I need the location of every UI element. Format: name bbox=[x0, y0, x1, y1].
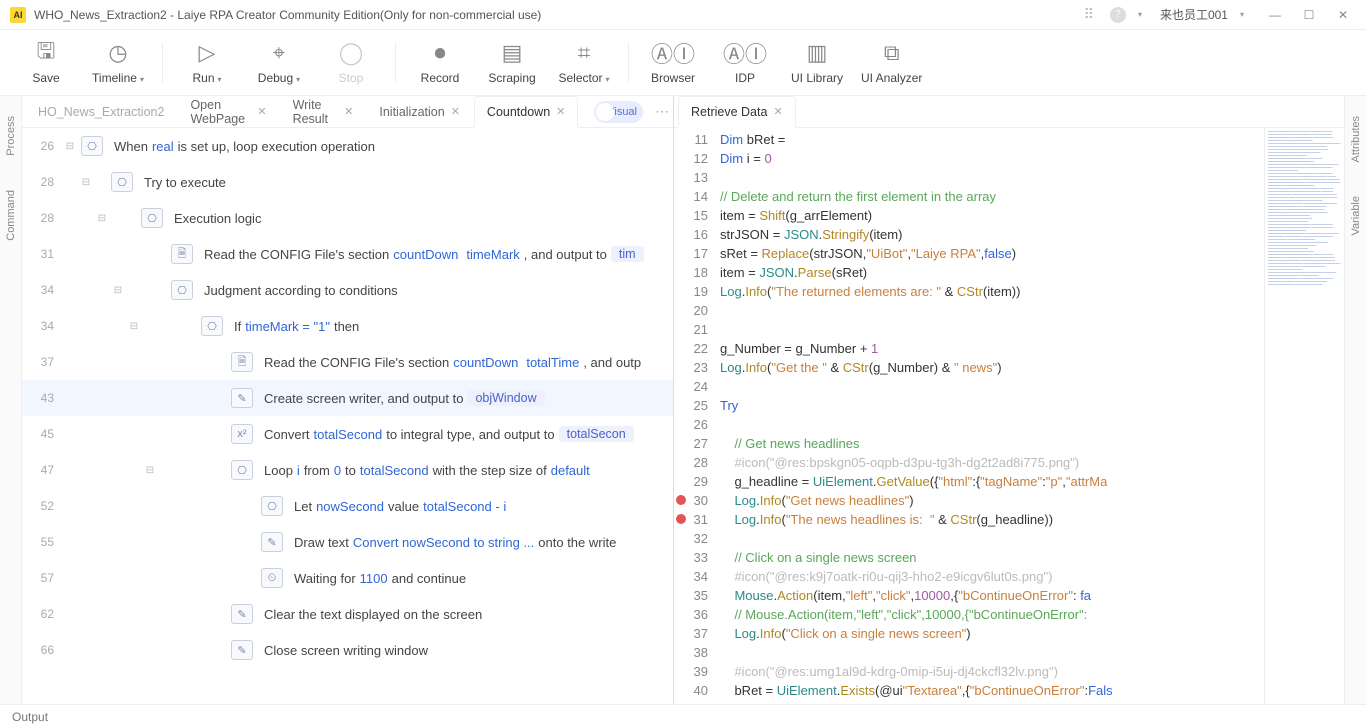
flow-row[interactable]: 62✎Clear the text displayed on the scree… bbox=[22, 596, 673, 632]
flow-row[interactable]: 45x²Convert totalSecond to integral type… bbox=[22, 416, 673, 452]
process-panel-tab[interactable]: Process bbox=[5, 116, 17, 156]
app-icon: AI bbox=[10, 7, 26, 23]
flow-tabstrip: HO_News_Extraction2 Open WebPage✕ Write … bbox=[22, 96, 673, 128]
idp-button[interactable]: ⒶⒾIDP bbox=[709, 37, 781, 89]
maximize-button[interactable]: ☐ bbox=[1296, 8, 1322, 22]
timeline-button[interactable]: ◷Timeline▾ bbox=[82, 37, 154, 89]
left-sidebar: Process Command bbox=[0, 96, 22, 704]
app-grid-icon[interactable]: ⠿ bbox=[1084, 6, 1094, 23]
titlebar: AI WHO_News_Extraction2 - Laiye RPA Crea… bbox=[0, 0, 1366, 30]
close-icon[interactable]: ✕ bbox=[257, 105, 266, 118]
selector-button[interactable]: ⌗Selector▾ bbox=[548, 37, 620, 89]
flow-row[interactable]: 47⊟⎔Loop i from 0 to totalSecond with th… bbox=[22, 452, 673, 488]
attributes-panel-tab[interactable]: Attributes bbox=[1350, 116, 1362, 162]
right-sidebar: Attributes Variable bbox=[1344, 96, 1366, 704]
save-button[interactable]: 🖫Save bbox=[10, 37, 82, 89]
user-label[interactable]: 来也员工001 bbox=[1160, 6, 1228, 23]
flow-pane: HO_News_Extraction2 Open WebPage✕ Write … bbox=[22, 96, 674, 704]
flow-row[interactable]: 34⊟⎔If timeMark = "1" then bbox=[22, 308, 673, 344]
flow-row[interactable]: 52⎔Let nowSecond value totalSecond - i bbox=[22, 488, 673, 524]
tab-initialization[interactable]: Initialization✕ bbox=[367, 96, 472, 128]
flow-row[interactable]: 34⊟⎔Judgment according to conditions bbox=[22, 272, 673, 308]
flow-row[interactable]: 31🗎Read the CONFIG File's section countD… bbox=[22, 236, 673, 272]
flow-row[interactable]: 55✎Draw text Convert nowSecond to string… bbox=[22, 524, 673, 560]
close-icon[interactable]: ✕ bbox=[556, 105, 565, 118]
minimize-button[interactable]: — bbox=[1262, 8, 1288, 22]
statusbar: Output bbox=[0, 704, 1366, 728]
tab-write-result[interactable]: Write Result✕ bbox=[281, 96, 366, 128]
close-icon[interactable]: ✕ bbox=[344, 105, 353, 118]
help-icon[interactable]: ? bbox=[1110, 7, 1126, 23]
stop-button: ◯Stop bbox=[315, 37, 387, 89]
code-pane: Retrieve Data✕ 11Dim bRet = 12Dim i = 01… bbox=[674, 96, 1344, 704]
flow-row[interactable]: 37🗎Read the CONFIG File's section countD… bbox=[22, 344, 673, 380]
window-title: WHO_News_Extraction2 - Laiye RPA Creator… bbox=[34, 8, 1084, 22]
minimap[interactable]: ▬▬▬▬▬▬▬▬▬▬▬▬▬▬▬▬▬▬▬▬ ▬▬▬▬▬▬▬▬▬▬▬▬ ▬▬▬▬▬▬… bbox=[1264, 128, 1344, 704]
flow-row[interactable]: 28⊟⎔Execution logic bbox=[22, 200, 673, 236]
close-icon[interactable]: ✕ bbox=[451, 105, 460, 118]
code-editor[interactable]: 11Dim bRet = 12Dim i = 013 14// Delete a… bbox=[674, 128, 1264, 704]
close-icon[interactable]: ✕ bbox=[773, 105, 782, 118]
uilibrary-button[interactable]: ▥UI Library bbox=[781, 37, 853, 89]
run-button[interactable]: ▷Run▾ bbox=[171, 37, 243, 89]
tab-open-webpage[interactable]: Open WebPage✕ bbox=[178, 96, 278, 128]
record-button[interactable]: ⏺Record bbox=[404, 37, 476, 89]
tab-overflow-button[interactable]: ⋯ bbox=[655, 103, 669, 120]
flow-row[interactable]: 28⊟⎔Try to execute bbox=[22, 164, 673, 200]
debug-button[interactable]: ⌖Debug▾ bbox=[243, 37, 315, 89]
browser-button[interactable]: ⒶⒾBrowser bbox=[637, 37, 709, 89]
scraping-button[interactable]: ▤Scraping bbox=[476, 37, 548, 89]
variable-panel-tab[interactable]: Variable bbox=[1350, 196, 1362, 236]
output-panel-toggle[interactable]: Output bbox=[12, 710, 48, 724]
flow-row[interactable]: 66✎Close screen writing window bbox=[22, 632, 673, 668]
flow-row[interactable]: 26⊟⎔When real is set up, loop execution … bbox=[22, 128, 673, 164]
uianalyzer-button[interactable]: ⧉UI Analyzer bbox=[853, 37, 930, 89]
main-toolbar: 🖫Save ◷Timeline▾ ▷Run▾ ⌖Debug▾ ◯Stop ⏺Re… bbox=[0, 30, 1366, 96]
close-button[interactable]: ✕ bbox=[1330, 8, 1356, 22]
visual-flow-list[interactable]: 26⊟⎔When real is set up, loop execution … bbox=[22, 128, 673, 704]
tab-retrieve-data[interactable]: Retrieve Data✕ bbox=[678, 96, 796, 128]
tab-countdown[interactable]: Countdown✕ bbox=[474, 96, 578, 128]
tab-extraction2[interactable]: HO_News_Extraction2 bbox=[26, 96, 176, 128]
command-panel-tab[interactable]: Command bbox=[5, 190, 17, 241]
flow-row[interactable]: 43✎Create screen writer, and output to o… bbox=[22, 380, 673, 416]
flow-row[interactable]: 57⏲Waiting for 1100 and continue bbox=[22, 560, 673, 596]
visual-code-toggle[interactable]: Visual bbox=[594, 101, 643, 123]
